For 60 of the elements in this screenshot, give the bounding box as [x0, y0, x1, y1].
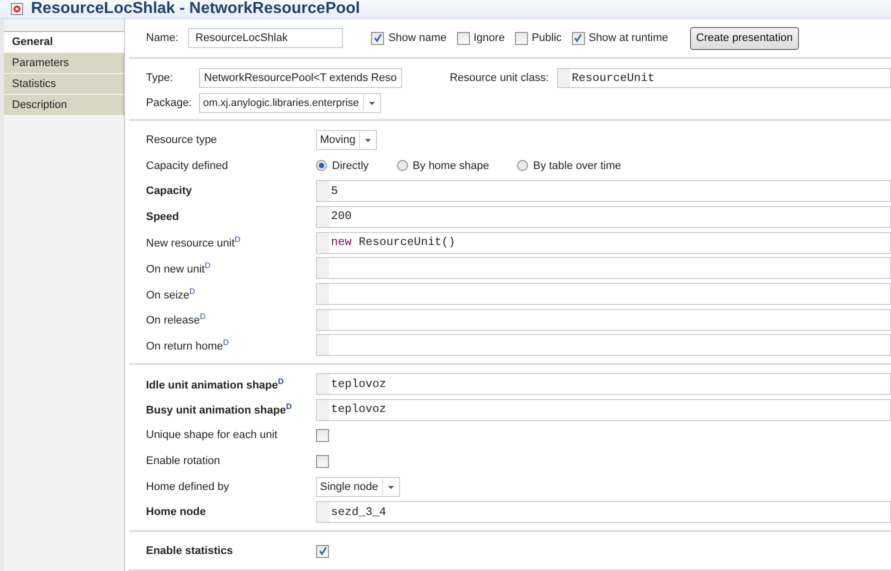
- sidebar-tab[interactable]: Parameters: [4, 53, 124, 74]
- checkbox[interactable]: [572, 32, 585, 44]
- property-label: Resource type: [146, 134, 218, 146]
- value-field[interactable]: [316, 308, 891, 331]
- field-label: Resource unit class:: [450, 72, 549, 84]
- value-field[interactable]: [316, 334, 891, 356]
- value-field[interactable]: 5: [316, 180, 891, 202]
- property-label: Idle unit animation shape$^{D}$: [146, 376, 285, 392]
- block-icon: [11, 3, 23, 15]
- checkbox-label: Ignore: [474, 32, 505, 44]
- sidebar-tab[interactable]: General: [4, 32, 124, 53]
- checkbox[interactable]: [514, 32, 528, 44]
- value-field[interactable]: new ResourceUnit(): [316, 232, 891, 254]
- checkbox[interactable]: [371, 32, 384, 44]
- property-label: Unique shape for each unit: [146, 429, 278, 442]
- field-label: Package:: [146, 97, 193, 109]
- radio-button[interactable]: [396, 160, 408, 172]
- value-field[interactable]: [316, 257, 891, 280]
- field-label: Type:: [146, 72, 174, 84]
- property-label: New resource unit$^{D}$: [146, 235, 242, 250]
- radio-label: By table over time: [533, 160, 622, 172]
- value-field[interactable]: teplovoz: [316, 398, 891, 421]
- sidebar-tab[interactable]: Statistics: [4, 74, 124, 95]
- checkbox[interactable]: [456, 32, 470, 44]
- property-label: Home defined by: [146, 480, 230, 493]
- property-label: On release$^{D}$: [146, 312, 207, 327]
- radio-button[interactable]: [316, 160, 327, 172]
- property-label: Enable rotation: [146, 455, 221, 468]
- property-label: Home node: [146, 506, 207, 518]
- checkbox-label: Public: [532, 32, 562, 44]
- property-label: Capacity: [146, 185, 193, 198]
- package-dropdown[interactable]: om.xj.anylogic.libraries.enterprise: [199, 93, 381, 113]
- value-field[interactable]: [316, 282, 891, 305]
- radio-button[interactable]: [517, 160, 528, 172]
- checkbox[interactable]: [316, 454, 329, 468]
- checkbox-label: Show name: [388, 32, 446, 44]
- checkbox[interactable]: [316, 544, 329, 558]
- property-label: On seize$^{D}$: [146, 286, 196, 302]
- checkbox[interactable]: [316, 428, 329, 442]
- value-field[interactable]: 200: [316, 206, 891, 228]
- checkbox-label: Show at runtime: [588, 32, 668, 44]
- field-label: Name:: [146, 32, 178, 44]
- unit-class-field[interactable]: ResourceUnit: [556, 68, 891, 88]
- property-label: Busy unit animation shape$^{D}$: [146, 402, 293, 418]
- value-field[interactable]: sezd_3_4: [316, 501, 891, 524]
- property-label: Capacity defined: [146, 160, 229, 172]
- type-field[interactable]: NetworkResourcePool<T extends Reso: [199, 68, 402, 88]
- radio-label: By home shape: [412, 160, 490, 172]
- dropdown[interactable]: Single node: [316, 476, 400, 497]
- sidebar-tab[interactable]: Description: [4, 95, 124, 116]
- name-field[interactable]: ResourceLocShlak: [188, 28, 344, 48]
- radio-label: Directly: [332, 160, 369, 172]
- property-label: Speed: [146, 210, 180, 223]
- property-label: Enable statistics: [146, 545, 234, 558]
- create-presentation-button[interactable]: Create presentation: [690, 26, 799, 50]
- window-title: ResourceLocShlak - NetworkResourcePool: [31, 0, 360, 18]
- value-field[interactable]: teplovoz: [316, 373, 891, 396]
- property-label: On return home$^{D}$: [146, 338, 230, 353]
- dropdown[interactable]: Moving: [316, 130, 378, 150]
- property-label: On new unit$^{D}$: [146, 260, 212, 276]
